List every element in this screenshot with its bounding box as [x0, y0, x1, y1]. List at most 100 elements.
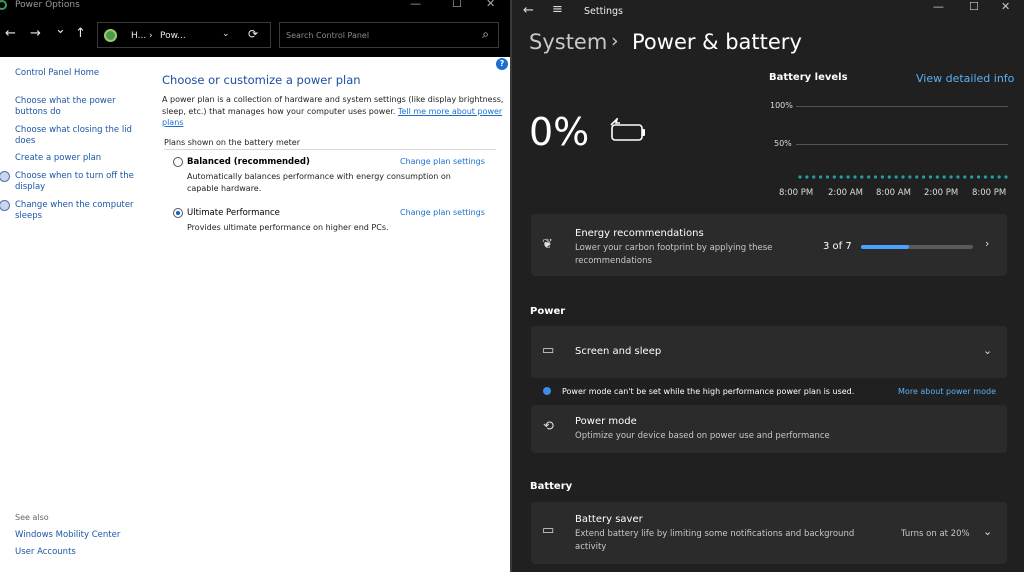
battery-level-point — [915, 175, 919, 179]
breadcrumb-power[interactable]: Pow... — [160, 31, 186, 41]
minimize-icon[interactable]: — — [410, 0, 421, 9]
minimize-icon[interactable]: — — [933, 0, 944, 13]
radio-ultimate[interactable] — [173, 208, 183, 218]
refresh-icon[interactable]: ⟳ — [248, 27, 258, 41]
battery-saver-card[interactable]: ▭ Battery saver Extend battery life by l… — [531, 502, 1007, 564]
battery-level-point — [812, 175, 816, 179]
battery-saver-subtitle-1: Extend battery life by limiting some not… — [575, 529, 855, 539]
energy-count: 3 of 7 — [823, 241, 852, 252]
sidebar-item-power-buttons[interactable]: Choose what the power buttons do — [15, 96, 125, 118]
energy-progress-bar — [861, 245, 973, 249]
power-mode-subtitle: Optimize your device based on power use … — [575, 431, 830, 441]
see-also-label: See also — [15, 513, 49, 522]
close-icon[interactable]: ✕ — [1001, 0, 1010, 13]
plan-name-ultimate: Ultimate Performance — [187, 208, 280, 218]
power-options-icon — [0, 0, 7, 10]
see-also-mobility-center[interactable]: Windows Mobility Center — [15, 530, 135, 541]
section-battery: Battery — [530, 481, 573, 492]
sidebar-item-home[interactable]: Control Panel Home — [15, 68, 135, 79]
chart-gridline — [796, 144, 1008, 145]
battery-level-point — [922, 175, 926, 179]
page-description: A power plan is a collection of hardware… — [162, 94, 504, 129]
power-mode-card: ⟲ Power mode Optimize your device based … — [531, 405, 1007, 453]
battery-level-point — [798, 175, 802, 179]
breadcrumb-sep-icon: › — [611, 30, 619, 52]
power-mode-icon: ⟲ — [543, 419, 554, 434]
x-tick-label: 8:00 PM — [972, 188, 1007, 198]
maximize-icon[interactable]: ☐ — [969, 0, 979, 13]
leaf-icon: ❦ — [542, 237, 553, 252]
battery-charging-icon — [610, 118, 645, 141]
screen-sleep-card[interactable]: ▭ Screen and sleep ⌄ — [531, 326, 1007, 378]
chevron-down-icon: ⌄ — [983, 344, 993, 357]
menu-icon[interactable]: ≡ — [552, 2, 563, 17]
forward-arrow-icon[interactable]: → — [30, 27, 41, 41]
battery-level-point — [942, 175, 946, 179]
plans-divider — [164, 149, 496, 150]
back-arrow-icon[interactable]: ← — [5, 27, 16, 41]
sidebar-item-sleep[interactable]: Change when the computer sleeps — [15, 200, 137, 222]
see-also-user-accounts[interactable]: User Accounts — [15, 547, 135, 558]
cp-window-title: Power Options — [15, 0, 80, 10]
cp-nav-bar: ← → ⌄ ↑ H... › Pow... ⌄ ⟳ Search Control… — [0, 13, 510, 57]
change-plan-settings-ultimate[interactable]: Change plan settings — [400, 208, 485, 217]
help-icon[interactable]: ? — [496, 58, 508, 70]
info-icon — [543, 387, 551, 395]
recent-locations-icon[interactable]: ⌄ — [55, 23, 66, 37]
sidebar-item-create-plan[interactable]: Create a power plan — [15, 153, 135, 164]
battery-level-point — [908, 175, 912, 179]
address-dropdown-icon[interactable]: ⌄ — [222, 29, 230, 39]
settings-window-title: Settings — [584, 6, 623, 17]
sidebar-item-closing-lid[interactable]: Choose what closing the lid does — [15, 125, 133, 147]
battery-level-point — [846, 175, 850, 179]
energy-progress-fill — [861, 245, 910, 249]
cp-title-bar: Power Options — ☐ ✕ — [0, 0, 510, 13]
chevron-right-icon: › — [985, 237, 990, 250]
warning-text: Power mode can't be set while the high p… — [562, 387, 855, 396]
breadcrumb-system[interactable]: System — [529, 30, 607, 54]
screen-sleep-title: Screen and sleep — [575, 346, 662, 357]
battery-level-point — [873, 175, 878, 179]
battery-level-point — [970, 175, 974, 179]
radio-balanced[interactable] — [173, 157, 183, 167]
sidebar-item-turn-off-display[interactable]: Choose when to turn off the display — [15, 171, 137, 193]
maximize-icon[interactable]: ☐ — [452, 0, 462, 9]
power-mode-title: Power mode — [575, 416, 637, 427]
plan-desc-balanced: Automatically balances performance with … — [187, 172, 451, 193]
battery-levels-title: Battery levels — [769, 72, 848, 83]
battery-level-point — [860, 175, 864, 179]
battery-level-point — [819, 175, 823, 179]
view-detailed-info-link[interactable]: View detailed info — [916, 72, 1014, 85]
more-about-power-mode-link[interactable]: More about power mode — [898, 387, 996, 396]
battery-level-point — [976, 175, 981, 179]
search-icon[interactable]: ⌕ — [482, 27, 489, 42]
plan-name-balanced: Balanced (recommended) — [187, 157, 310, 167]
change-plan-settings-balanced[interactable]: Change plan settings — [400, 157, 485, 166]
control-panel-icon — [104, 29, 117, 42]
battery-level-point — [880, 175, 884, 179]
chevron-down-icon[interactable]: ⌄ — [983, 525, 992, 538]
battery-chart-plot — [798, 175, 1008, 179]
back-arrow-icon[interactable]: ← — [523, 3, 534, 18]
battery-saver-status: Turns on at 20% — [901, 529, 970, 539]
battery-level-point — [956, 175, 960, 179]
close-icon[interactable]: ✕ — [486, 0, 495, 9]
battery-level-point — [867, 175, 871, 179]
up-arrow-icon[interactable]: ↑ — [75, 27, 86, 41]
settings-window: ← ≡ Settings — ☐ ✕ System › Power & batt… — [512, 0, 1024, 572]
battery-saver-title: Battery saver — [575, 514, 643, 525]
breadcrumb-home[interactable]: H... — [131, 31, 146, 41]
moon-icon — [0, 200, 10, 211]
battery-level-point — [832, 175, 836, 179]
battery-level-point — [853, 175, 857, 179]
battery-level-point — [997, 175, 1001, 179]
y-tick-label: 100% — [770, 101, 793, 110]
battery-level-point — [901, 175, 905, 179]
chart-gridline — [796, 106, 1008, 107]
search-input[interactable]: Search Control Panel ⌕ — [279, 22, 499, 48]
monitor-icon — [0, 171, 10, 182]
search-placeholder: Search Control Panel — [286, 31, 370, 40]
battery-level-point — [887, 175, 891, 179]
address-bar[interactable]: H... › Pow... ⌄ ⟳ — [97, 22, 271, 48]
battery-saver-icon: ▭ — [542, 523, 555, 538]
